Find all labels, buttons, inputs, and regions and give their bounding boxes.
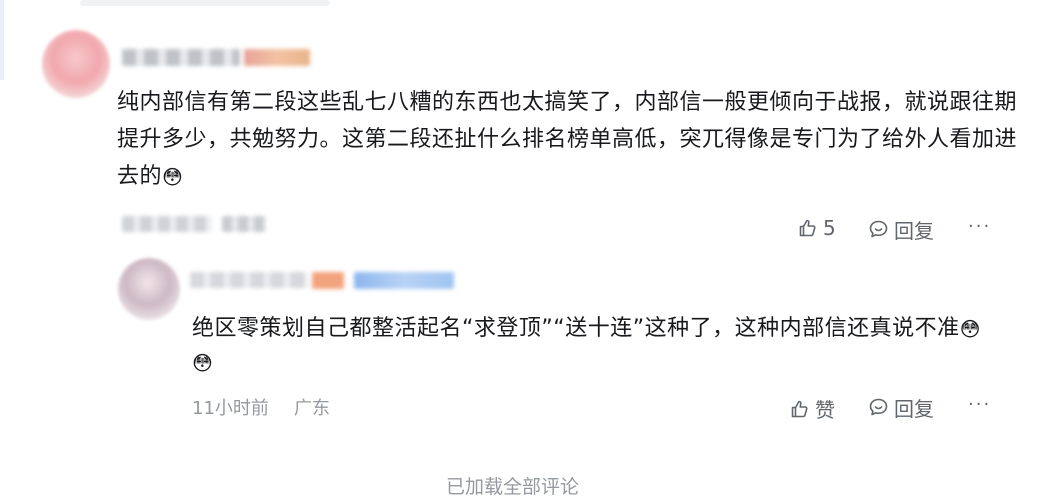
replier-avatar[interactable] bbox=[118, 258, 180, 320]
flushed-face-icon: 😳 bbox=[162, 165, 184, 189]
comment-text: 纯内部信有第二段这些乱七八糟的东西也太搞笑了，内部信一般更倾向于战报，就说跟往期… bbox=[117, 90, 1018, 189]
all-comments-loaded-text: 已加载全部评论 bbox=[446, 476, 580, 498]
reply-time: 11小时前 bbox=[192, 398, 269, 419]
thumbs-up-icon bbox=[790, 399, 810, 419]
reply-like-button[interactable]: 赞 bbox=[790, 394, 835, 423]
reply-reply-label: 回复 bbox=[894, 397, 934, 421]
thumbs-up-icon bbox=[798, 218, 818, 238]
reply-reply-button[interactable]: 回复 bbox=[868, 393, 934, 422]
flushed-face-icon: 😳 bbox=[959, 317, 981, 341]
comment-like-button[interactable]: 5 bbox=[798, 216, 836, 240]
replier-badge-orange bbox=[312, 272, 344, 289]
commenter-avatar[interactable] bbox=[42, 30, 110, 98]
comment-location-redacted bbox=[222, 216, 266, 232]
reply-text: 绝区零策划自己都整活起名“求登顶”“送十连”这种了，这种内部信还真说不准 bbox=[192, 316, 960, 341]
reply-like-label: 赞 bbox=[815, 398, 835, 422]
replier-username-redacted[interactable] bbox=[190, 272, 308, 288]
reply-more-button[interactable]: ··· bbox=[968, 394, 991, 415]
comment-reply-button[interactable]: 回复 bbox=[868, 215, 934, 244]
chat-bubble-icon bbox=[868, 219, 889, 240]
left-edge-strip bbox=[0, 0, 4, 80]
comment-more-button[interactable]: ··· bbox=[968, 216, 991, 237]
reply-body: 绝区零策划自己都整活起名“求登顶”“送十连”这种了，这种内部信还真说不准😳 😳 bbox=[192, 312, 992, 380]
comment-reply-label: 回复 bbox=[894, 219, 934, 243]
comment-time-redacted bbox=[122, 216, 212, 232]
reply-location: 广东 bbox=[294, 398, 330, 419]
commenter-badge-redacted bbox=[244, 49, 310, 66]
comment-body: 纯内部信有第二段这些乱七八糟的东西也太搞笑了，内部信一般更倾向于战报，就说跟往期… bbox=[117, 84, 1017, 196]
chat-bubble-icon bbox=[868, 397, 889, 418]
replier-badge-blue bbox=[354, 272, 454, 289]
commenter-username-redacted[interactable] bbox=[122, 49, 240, 66]
comment-like-count: 5 bbox=[823, 216, 836, 240]
flushed-face-icon: 😳 bbox=[192, 351, 214, 375]
previous-content-fragment bbox=[80, 0, 330, 6]
